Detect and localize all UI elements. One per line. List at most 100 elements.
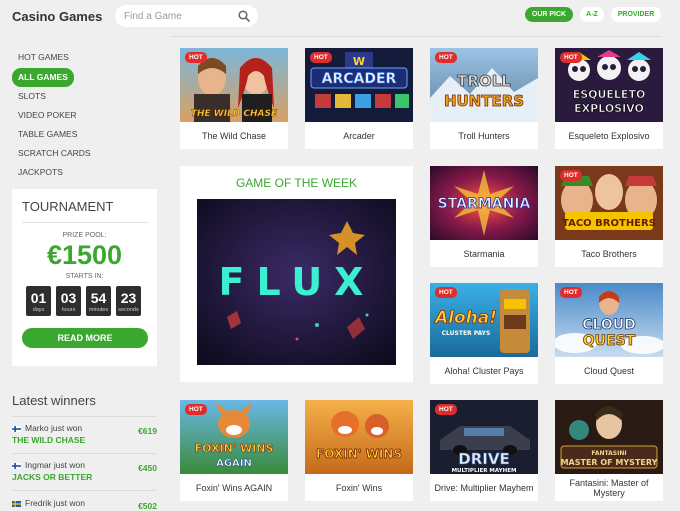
hot-badge: HOT (435, 52, 457, 63)
winner-game-link[interactable]: THE WILD CHASE (12, 435, 85, 445)
prize-pool-label: PRIZE POOL: (62, 232, 107, 239)
winner-amount: €502 (138, 501, 157, 511)
game-logo-text: MASTER OF MYSTERY (561, 458, 658, 467)
game-logo-text: ARCADER (322, 71, 397, 87)
nav-item-video-poker[interactable]: VIDEO POKER (12, 106, 162, 125)
nav-item-jackpots[interactable]: JACKPOTS (12, 163, 162, 182)
filter-a-z[interactable]: A-Z (580, 7, 604, 22)
search-icon[interactable] (237, 9, 251, 23)
divider (12, 453, 157, 454)
game-title[interactable]: Cloud Quest (557, 357, 661, 384)
svg-text:EXPLOSIVO: EXPLOSIVO (574, 102, 644, 115)
game-tile-drive-multiplier-mayhem[interactable]: DRIVE MULTIPLIER MAYHEM HOT Drive: Multi… (430, 400, 538, 501)
finland-flag-icon (12, 463, 21, 469)
game-thumbnail[interactable]: FANTASINI MASTER OF MYSTERY (555, 400, 663, 474)
read-more-button[interactable]: READ MORE (22, 328, 148, 348)
game-thumbnail[interactable]: ESQUELETO EXPLOSIVO HOT (555, 48, 663, 122)
filter-provider[interactable]: PROVIDER (611, 7, 661, 22)
game-of-the-week-title: GAME OF THE WEEK (235, 176, 358, 190)
game-tile-foxin-wins-again[interactable]: FOXIN' WINS AGAIN HOT Foxin' Wins AGAIN (180, 400, 288, 501)
winner-item: Marko just won THE WILD CHASE €619 (12, 418, 157, 454)
game-tile-arcader[interactable]: W ARCADER HOT Arcader (305, 48, 413, 149)
game-tile-the-wild-chase[interactable]: THE WILD CHASE HOT The Wild Chase (180, 48, 288, 149)
winner-name: Marko just won (25, 423, 83, 433)
timer-seconds-unit: seconds (118, 307, 139, 313)
game-tile-starmania[interactable]: STARMANIA Starmania (430, 166, 538, 267)
hot-badge: HOT (560, 52, 582, 63)
timer-days-value: 01 (30, 290, 47, 306)
game-tile-esqueleto-explosivo[interactable]: ESQUELETO EXPLOSIVO HOT Esqueleto Explos… (555, 48, 663, 149)
svg-text:CLUSTER PAYS: CLUSTER PAYS (442, 330, 491, 337)
game-title[interactable]: Taco Brothers (557, 240, 661, 267)
game-tile-fantasini-master-of-mystery[interactable]: FANTASINI MASTER OF MYSTERY Fantasini: M… (555, 400, 663, 501)
game-tile-foxin-wins[interactable]: FOXIN' WINS Foxin' Wins (305, 400, 413, 501)
game-title[interactable]: Aloha! Cluster Pays (432, 357, 536, 384)
nav-item-table-games[interactable]: TABLE GAMES (12, 125, 162, 144)
winner-amount: €619 (138, 426, 157, 436)
nav-item-all-games[interactable]: ALL GAMES (12, 68, 74, 87)
hot-badge: HOT (185, 404, 207, 415)
game-tile-taco-brothers[interactable]: TACO BROTHERS HOT Taco Brothers (555, 166, 663, 267)
timer-days: 01 days (26, 286, 51, 316)
filter-our-pick[interactable]: OUR PICK (525, 7, 573, 22)
game-thumbnail[interactable]: THE WILD CHASE HOT (180, 48, 288, 122)
game-logo-text: STARMANIA (438, 196, 531, 212)
game-thumbnail[interactable]: TACO BROTHERS HOT (555, 166, 663, 240)
hot-badge: HOT (560, 287, 582, 298)
game-thumbnail[interactable]: FOXIN' WINS AGAIN HOT (180, 400, 288, 474)
timer-hours: 03 hours (56, 286, 81, 316)
game-thumbnail[interactable]: TROLL HUNTERS HOT (430, 48, 538, 122)
game-logo-text: Aloha! (433, 308, 497, 328)
timer-hours-value: 03 (60, 290, 77, 306)
game-logo-text: CLOUD (582, 317, 636, 333)
game-title[interactable]: Fantasini: Master of Mystery (557, 474, 661, 501)
game-title[interactable]: Foxin' Wins (307, 474, 411, 501)
game-title[interactable]: Drive: Multiplier Mayhem (432, 474, 536, 501)
game-title[interactable]: Troll Hunters (432, 122, 536, 149)
header: Casino Games OUR PICK A-Z PROVIDER (12, 4, 664, 32)
game-title[interactable]: Foxin' Wins AGAIN (182, 474, 286, 501)
winner-item: Fredrik just won €502 (12, 493, 157, 511)
game-tile-cloud-quest[interactable]: CLOUD QUEST HOT Cloud Quest (555, 283, 663, 384)
finland-flag-icon (12, 426, 21, 432)
game-logo-text: DRIVE (458, 450, 509, 468)
nav-item-scratch-cards[interactable]: SCRATCH CARDS (12, 144, 162, 163)
nav-item-hot-games[interactable]: HOT GAMES (12, 48, 162, 67)
page-title: Casino Games (12, 9, 103, 24)
game-of-the-week[interactable]: GAME OF THE WEEK FLUX (180, 166, 413, 382)
game-logo-text: TACO BROTHERS (562, 218, 656, 229)
flux-logo-text: FLUX (219, 260, 376, 304)
game-thumbnail[interactable]: FOXIN' WINS (305, 400, 413, 474)
svg-text:HUNTERS: HUNTERS (444, 92, 524, 110)
game-thumbnail[interactable]: Aloha! CLUSTER PAYS HOT (430, 283, 538, 357)
divider (12, 490, 157, 491)
game-title[interactable]: The Wild Chase (182, 122, 286, 149)
game-thumbnail[interactable]: STARMANIA (430, 166, 538, 240)
game-logo-text: FOXIN' WINS (316, 447, 402, 461)
game-tile-aloha-cluster-pays[interactable]: Aloha! CLUSTER PAYS HOT Aloha! Cluster P… (430, 283, 538, 384)
search-box[interactable] (115, 5, 258, 27)
game-logo-text: FOXIN' WINS (195, 442, 274, 455)
latest-winners-title: Latest winners (12, 393, 96, 408)
game-thumbnail[interactable]: W ARCADER HOT (305, 48, 413, 122)
game-title[interactable]: Arcader (307, 122, 411, 149)
winner-name: Fredrik just won (25, 498, 85, 508)
game-thumbnail[interactable]: CLOUD QUEST HOT (555, 283, 663, 357)
tournament-title: TOURNAMENT (22, 199, 114, 214)
game-tile-troll-hunters[interactable]: TROLL HUNTERS HOT Troll Hunters (430, 48, 538, 149)
game-thumbnail[interactable]: DRIVE MULTIPLIER MAYHEM HOT (430, 400, 538, 474)
game-title[interactable]: Starmania (432, 240, 536, 267)
game-of-the-week-image[interactable]: FLUX (197, 199, 396, 365)
timer-minutes: 54 minutes (86, 286, 111, 316)
hot-badge: HOT (435, 287, 457, 298)
winner-amount: €450 (138, 463, 157, 473)
prize-pool-amount: €1500 (46, 240, 123, 270)
search-input[interactable] (124, 9, 234, 23)
svg-text:FANTASINI: FANTASINI (591, 450, 626, 457)
tournament-card: TOURNAMENT PRIZE POOL: €1500 STARTS IN: … (12, 189, 157, 366)
sweden-flag-icon (12, 501, 21, 507)
timer-minutes-value: 54 (90, 290, 107, 306)
nav-item-slots[interactable]: SLOTS (12, 87, 162, 106)
game-title[interactable]: Esqueleto Explosivo (557, 122, 661, 149)
winner-game-link[interactable]: JACKS OR BETTER (12, 472, 92, 482)
